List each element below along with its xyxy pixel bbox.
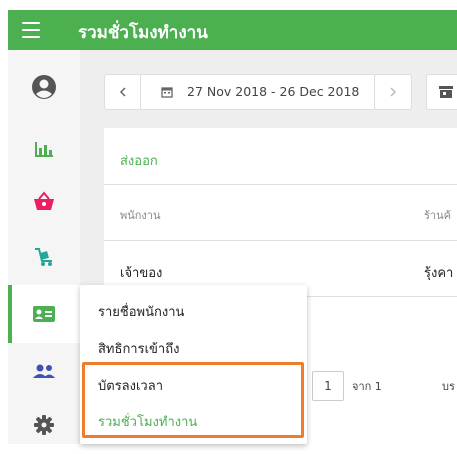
sidebar-item-settings[interactable] <box>8 396 80 454</box>
rows-per-page-label: บร <box>442 380 455 392</box>
divider <box>104 184 457 185</box>
divider <box>104 240 457 241</box>
page-title: รวมชั่วโมงทำงาน <box>78 23 208 43</box>
column-header-store: ร้านค้ <box>424 209 451 222</box>
column-header-employee: พนักงาน <box>120 209 161 222</box>
cell-employee: เจ้าของ <box>120 266 163 281</box>
page-count: จาก 1 <box>352 380 382 393</box>
date-range-text: 27 Nov 2018 - 26 Dec 2018 <box>187 84 360 99</box>
app-window: รวมชั่วโมงทำงาน 27 Nov 2018 - 26 Dec 201… <box>0 0 457 452</box>
cart-icon <box>35 248 52 266</box>
cell-store: รุ้งคา <box>424 266 454 280</box>
sidebar-item-inventory[interactable] <box>8 228 80 286</box>
bar-chart-icon <box>35 142 53 157</box>
store-icon <box>439 86 453 98</box>
sidebar-item-employees[interactable] <box>8 285 80 343</box>
sidebar <box>8 50 80 444</box>
prev-date-button[interactable] <box>104 74 142 110</box>
user-circle-icon <box>32 75 56 99</box>
date-range-picker[interactable]: 27 Nov 2018 - 26 Dec 2018 <box>140 74 376 110</box>
menu-icon[interactable] <box>22 22 40 38</box>
menu-item-access-rights[interactable]: สิทธิการเข้าถึง <box>98 338 179 359</box>
menu-item-employee-list[interactable]: รายชื่อพนักงาน <box>98 301 184 322</box>
sidebar-item-sales[interactable] <box>8 172 80 230</box>
basket-icon <box>34 191 54 210</box>
people-icon <box>33 364 55 378</box>
store-filter-button[interactable] <box>426 74 457 110</box>
sidebar-item-profile[interactable] <box>8 58 80 116</box>
top-bar: รวมชั่วโมงทำงาน <box>8 10 457 50</box>
sidebar-item-reports[interactable] <box>8 120 80 178</box>
id-card-icon <box>33 306 55 322</box>
chevron-left-icon <box>119 87 126 97</box>
chevron-right-icon <box>390 87 397 97</box>
page-number-input[interactable]: 1 <box>312 371 344 401</box>
calendar-icon <box>161 87 173 98</box>
highlight-box <box>82 362 304 438</box>
export-link[interactable]: ส่งออก <box>120 150 158 171</box>
next-date-button[interactable] <box>374 74 412 110</box>
sidebar-item-customers[interactable] <box>8 342 80 400</box>
gear-icon <box>34 415 54 435</box>
